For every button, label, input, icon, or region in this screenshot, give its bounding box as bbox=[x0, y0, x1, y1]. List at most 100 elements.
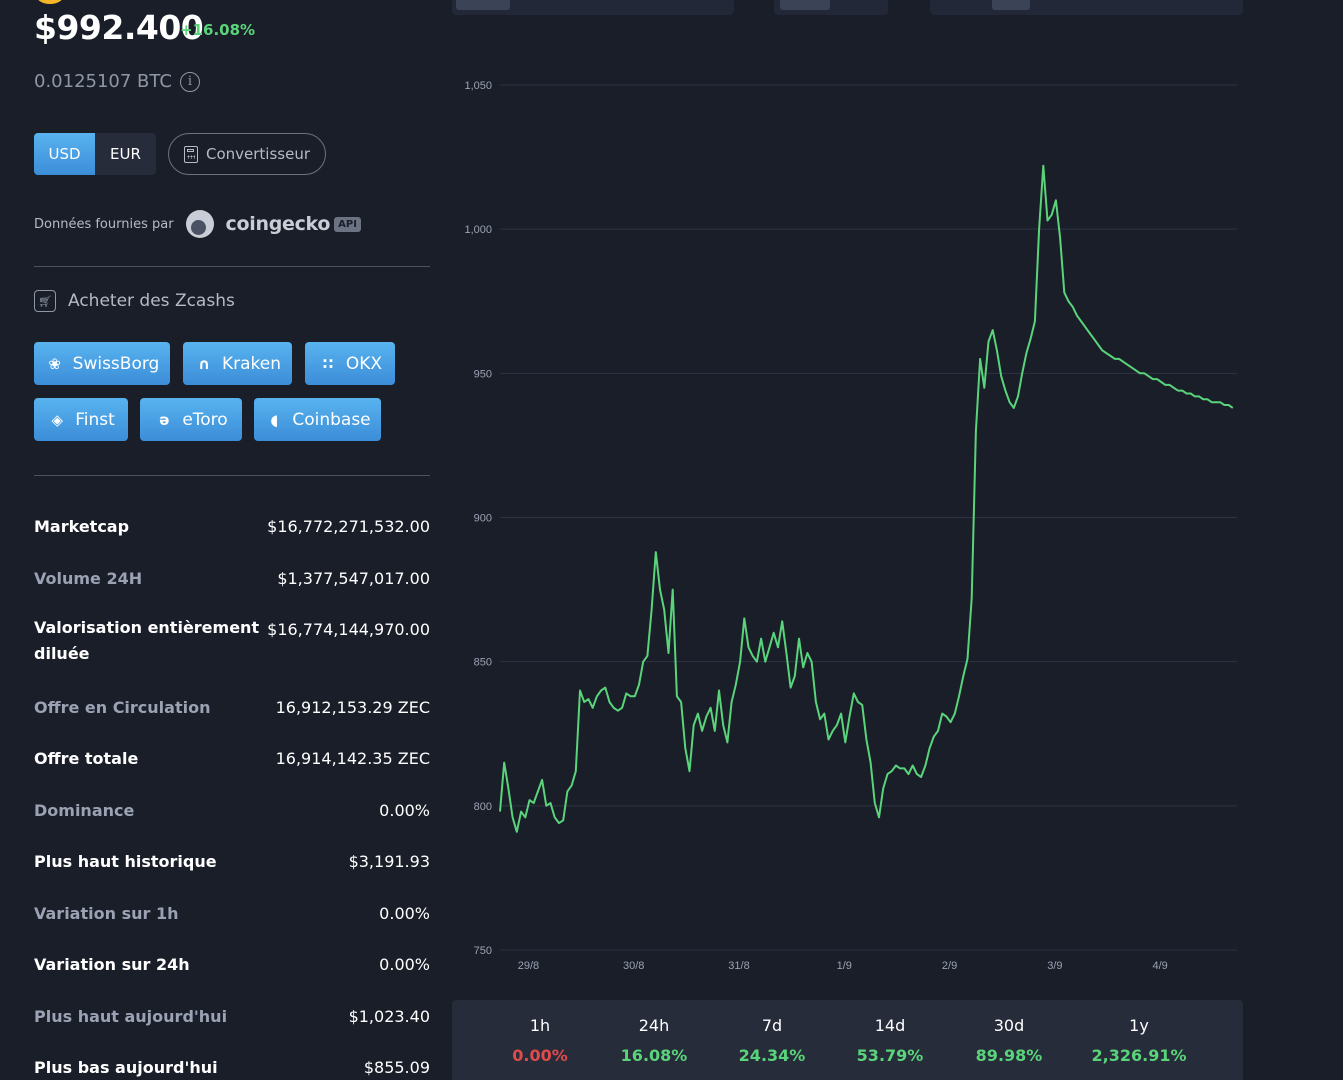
stat-value: 0.00% bbox=[379, 904, 430, 923]
swissborg-icon: ❀ bbox=[48, 354, 61, 373]
divider bbox=[34, 475, 430, 476]
provider-label: Données fournies par bbox=[34, 216, 174, 232]
y-tick-label: 950 bbox=[474, 368, 492, 380]
stat-value: $855.09 bbox=[363, 1058, 430, 1077]
stat-label: Plus haut aujourd'hui bbox=[34, 1007, 228, 1026]
stat-label: Variation sur 1h bbox=[34, 904, 179, 923]
performance-value: 2,326.91% bbox=[1091, 1046, 1187, 1065]
coinbase-icon: ◖ bbox=[270, 410, 279, 429]
stat-row-marketcap: Marketcap $16,772,271,532.00 bbox=[34, 517, 430, 536]
stat-label: Dominance bbox=[34, 801, 135, 820]
performance-value: 53.79% bbox=[856, 1046, 924, 1065]
currency-toggle: USD EUR bbox=[34, 133, 156, 175]
stat-value: $3,191.93 bbox=[348, 852, 430, 871]
y-axis: 750 800 850 900 950 1,000 1,050 bbox=[464, 80, 492, 957]
btc-price-row: 0.0125107 BTC i bbox=[34, 71, 200, 92]
chart-scale-active-tab[interactable] bbox=[780, 0, 830, 10]
exchange-label: Finst bbox=[75, 409, 115, 430]
x-tick-label: 31/8 bbox=[728, 960, 749, 972]
performance-period: 30d bbox=[993, 1016, 1025, 1035]
current-price: $992.400 bbox=[34, 8, 204, 47]
stat-row-dominance: Dominance 0.00% bbox=[34, 801, 430, 820]
exchange-button-finst[interactable]: ◈ Finst bbox=[34, 398, 128, 441]
x-axis: 29/8 30/8 31/8 1/9 2/9 3/9 4/9 bbox=[518, 960, 1168, 972]
finst-icon: ◈ bbox=[51, 410, 63, 429]
y-tick-label: 750 bbox=[474, 945, 492, 957]
currency-usd-button[interactable]: USD bbox=[34, 133, 95, 175]
price-line bbox=[499, 164, 1234, 833]
stat-value: $16,774,144,970.00 bbox=[267, 620, 430, 639]
stat-label-line1: Valorisation entièrement bbox=[34, 618, 260, 637]
kraken-icon: ∩ bbox=[197, 354, 211, 373]
stat-row-circulating-supply: Offre en Circulation 16,912,153.29 ZEC bbox=[34, 698, 430, 717]
stat-label: Volume 24H bbox=[34, 569, 143, 588]
divider bbox=[34, 266, 430, 267]
buy-title-label: Acheter des Zcashs bbox=[68, 291, 235, 311]
y-tick-label: 800 bbox=[474, 801, 492, 813]
stat-label: Plus bas aujourd'hui bbox=[34, 1058, 218, 1077]
data-provider: Données fournies par coingecko API bbox=[34, 210, 361, 238]
performance-table: 1h 0.00% 24h 16.08% 7d 24.34% 14d 53.79%… bbox=[452, 1000, 1243, 1080]
stat-value: $16,772,271,532.00 bbox=[267, 517, 430, 536]
btc-price: 0.0125107 BTC bbox=[34, 71, 172, 92]
exchange-button-etoro[interactable]: ə eToro bbox=[140, 398, 242, 441]
stat-row-low-today: Plus bas aujourd'hui $855.09 bbox=[34, 1058, 430, 1077]
stat-value: $1,377,547,017.00 bbox=[277, 569, 430, 588]
stat-label: Marketcap bbox=[34, 517, 130, 536]
stat-value: 0.00% bbox=[379, 801, 430, 820]
stat-row-high-today: Plus haut aujourd'hui $1,023.40 bbox=[34, 1007, 430, 1026]
performance-value: 0.00% bbox=[512, 1046, 568, 1065]
stat-row-change-24h: Variation sur 24h 0.00% bbox=[34, 955, 430, 974]
x-tick-label: 3/9 bbox=[1047, 960, 1062, 972]
chart-range-active-tab[interactable] bbox=[992, 0, 1030, 10]
performance-value: 16.08% bbox=[620, 1046, 688, 1065]
exchange-button-swissborg[interactable]: ❀ SwissBorg bbox=[34, 342, 170, 385]
stat-row-change-1h: Variation sur 1h 0.00% bbox=[34, 904, 430, 923]
y-tick-label: 850 bbox=[474, 657, 492, 669]
performance-value: 24.34% bbox=[738, 1046, 806, 1065]
coingecko-logo-icon bbox=[185, 210, 214, 238]
exchange-button-kraken[interactable]: ∩ Kraken bbox=[183, 342, 292, 385]
performance-period: 14d bbox=[874, 1016, 906, 1035]
performance-period: 24h bbox=[638, 1016, 670, 1035]
stat-value: $1,023.40 bbox=[348, 1007, 430, 1026]
exchange-label: Coinbase bbox=[292, 409, 371, 430]
performance-period: 1h bbox=[529, 1016, 551, 1035]
exchange-label: SwissBorg bbox=[72, 353, 160, 374]
stat-value: 16,912,153.29 ZEC bbox=[275, 698, 430, 717]
stat-row-total-supply: Offre totale 16,914,142.35 ZEC bbox=[34, 749, 430, 768]
x-tick-label: 4/9 bbox=[1152, 960, 1167, 972]
calculator-icon bbox=[183, 145, 198, 163]
exchange-button-okx[interactable]: ∷ OKX bbox=[305, 342, 395, 385]
stat-value: 16,914,142.35 ZEC bbox=[275, 749, 430, 768]
currency-eur-button[interactable]: EUR bbox=[95, 133, 156, 175]
exchange-label: eToro bbox=[182, 409, 228, 430]
stat-row-fdv: Valorisation entièrement diluée $16,774,… bbox=[34, 618, 430, 667]
chart-range-selector[interactable] bbox=[930, 0, 1243, 15]
performance-value: 89.98% bbox=[975, 1046, 1043, 1065]
x-tick-label: 1/9 bbox=[837, 960, 852, 972]
converter-label: Convertisseur bbox=[205, 145, 310, 163]
y-tick-label: 1,000 bbox=[464, 224, 492, 236]
buy-section-title: 🛒︎ Acheter des Zcashs bbox=[34, 290, 235, 312]
api-badge: API bbox=[334, 216, 361, 232]
zcash-coin-icon bbox=[36, 0, 64, 4]
stat-row-ath: Plus haut historique $3,191.93 bbox=[34, 852, 430, 871]
price-chart[interactable]: 750 800 850 900 950 1,000 1,050 29/8 30/8 31/8 1/… bbox=[450, 60, 1250, 980]
performance-period: 7d bbox=[761, 1016, 783, 1035]
stat-label: Valorisation entièrement diluée bbox=[34, 615, 259, 667]
stat-value: 0.00% bbox=[379, 955, 430, 974]
stat-row-volume: Volume 24H $1,377,547,017.00 bbox=[34, 569, 430, 588]
stat-label: Variation sur 24h bbox=[34, 955, 190, 974]
chart-type-active-tab[interactable] bbox=[456, 0, 510, 10]
price-change-badge: +16.08% bbox=[180, 21, 256, 39]
stat-label: Offre en Circulation bbox=[34, 698, 211, 717]
provider-name[interactable]: coingecko bbox=[226, 213, 331, 235]
stat-label: Offre totale bbox=[34, 749, 139, 768]
exchange-button-coinbase[interactable]: ◖ Coinbase bbox=[254, 398, 381, 441]
exchange-label: OKX bbox=[345, 353, 383, 374]
x-tick-label: 2/9 bbox=[942, 960, 957, 972]
converter-button[interactable]: Convertisseur bbox=[168, 133, 326, 175]
info-icon[interactable]: i bbox=[179, 71, 200, 92]
chart-grid bbox=[500, 84, 1237, 951]
